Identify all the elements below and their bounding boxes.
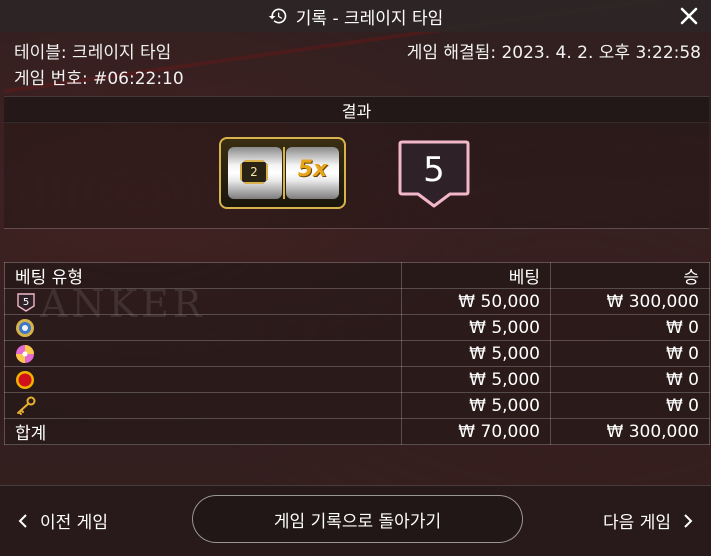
crazy-time-key-icon — [17, 396, 36, 415]
previous-game-label: 이전 게임 — [40, 513, 108, 533]
bet-type-cell — [4, 392, 402, 419]
previous-game-button[interactable]: 이전 게임 — [18, 508, 108, 533]
chevron-right-icon — [684, 513, 693, 528]
divider — [4, 228, 709, 229]
next-game-button[interactable]: 다음 게임 — [603, 508, 693, 533]
coin-flip-icon — [16, 318, 34, 337]
number-5-icon: 5 — [17, 292, 35, 312]
resolved-time: 게임 해결됨: 2023. 4. 2. 오후 3:22:58 — [406, 43, 701, 63]
close-icon[interactable] — [677, 4, 701, 28]
slot-divider — [283, 147, 285, 199]
slot-reel-right: 5x — [286, 147, 339, 199]
result-area — [4, 121, 709, 228]
bet-amount: ₩ 50,000 — [401, 288, 551, 315]
svg-text:5: 5 — [23, 297, 29, 308]
result-section-header: 결과 — [4, 96, 709, 123]
slot-segment-badge: 2 — [240, 160, 268, 184]
table-row: ₩ 5,000 ₩ 0 — [4, 340, 710, 367]
table-row: ₩ 5,000 ₩ 0 — [4, 392, 710, 419]
win-amount: ₩ 0 — [550, 366, 710, 393]
chevron-left-icon — [18, 513, 27, 528]
header-win: 승 — [550, 262, 710, 289]
table-name: 테이블: 크레이지 타임 — [14, 43, 172, 63]
header-bet: 베팅 — [401, 262, 551, 289]
top-slot: 2 5x — [219, 137, 346, 209]
win-amount: ₩ 0 — [550, 340, 710, 367]
bet-type-cell — [4, 314, 402, 341]
bet-amount: ₩ 5,000 — [401, 366, 551, 393]
result-outcome: 5 — [423, 150, 445, 190]
total-win: ₩ 300,000 — [550, 418, 710, 445]
title-bar: 기록 - 크레이지 타임 — [0, 0, 711, 32]
win-amount: ₩ 300,000 — [550, 288, 710, 315]
cash-hunt-icon — [16, 370, 34, 389]
back-to-history-label: 게임 기록으로 돌아가기 — [273, 511, 442, 532]
total-row: 합계 ₩ 70,000 ₩ 300,000 — [4, 418, 710, 445]
back-to-history-button[interactable]: 게임 기록으로 돌아가기 — [192, 495, 523, 543]
total-label: 합계 — [4, 418, 402, 445]
slot-reel-left: 2 — [228, 147, 282, 199]
table-row: ₩ 5,000 ₩ 0 — [4, 314, 710, 341]
pachinko-icon — [16, 344, 34, 363]
page-title: 기록 - 크레이지 타임 — [295, 8, 444, 29]
table-row: 5 ₩ 50,000 ₩ 300,000 — [4, 288, 710, 315]
bet-type-cell: 5 — [4, 288, 402, 315]
table-row: ₩ 5,000 ₩ 0 — [4, 366, 710, 393]
win-amount: ₩ 0 — [550, 392, 710, 419]
bet-amount: ₩ 5,000 — [401, 314, 551, 341]
win-amount: ₩ 0 — [550, 314, 710, 341]
bets-header-row: 베팅 유형 베팅 승 — [4, 262, 710, 289]
header-bet-type: 베팅 유형 — [4, 262, 402, 289]
bets-table: 베팅 유형 베팅 승 5 ₩ 50,000 ₩ 300,000 ₩ 5,000 … — [4, 262, 710, 445]
bet-amount: ₩ 5,000 — [401, 392, 551, 419]
total-bet: ₩ 70,000 — [401, 418, 551, 445]
bet-type-cell — [4, 366, 402, 393]
history-icon — [268, 8, 287, 24]
bet-amount: ₩ 5,000 — [401, 340, 551, 367]
game-number: 게임 번호: #06:22:10 — [14, 69, 184, 89]
bet-type-cell — [4, 340, 402, 367]
slot-multiplier: 5x — [297, 157, 328, 182]
result-title: 결과 — [341, 101, 372, 121]
next-game-label: 다음 게임 — [603, 513, 671, 533]
